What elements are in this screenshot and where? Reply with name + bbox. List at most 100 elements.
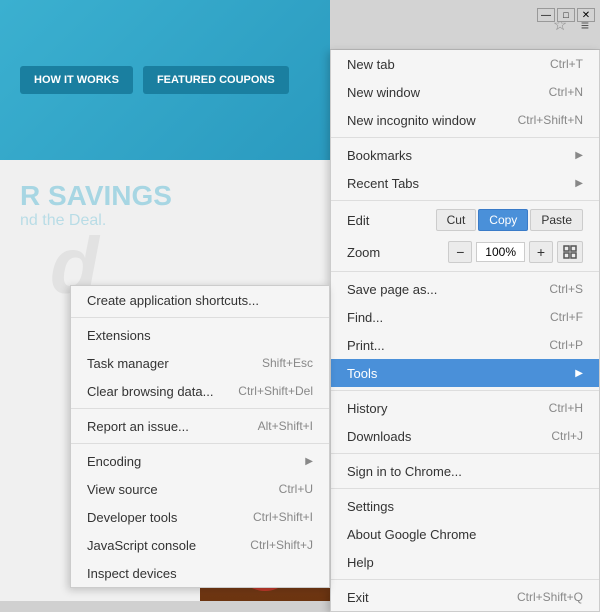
submenu-item-report-issue-label: Report an issue... <box>87 419 189 434</box>
bookmarks-arrow-icon: ▶ <box>575 150 583 161</box>
submenu-item-task-manager[interactable]: Task manager Shift+Esc <box>71 349 329 377</box>
separator-7 <box>331 579 599 580</box>
tools-separator-1 <box>71 317 329 318</box>
separator-6 <box>331 488 599 489</box>
zoom-in-button[interactable]: + <box>529 241 553 263</box>
menu-item-exit[interactable]: Exit Ctrl+Shift+Q <box>331 583 599 611</box>
submenu-item-clear-browsing-label: Clear browsing data... <box>87 384 213 399</box>
menu-item-history[interactable]: History Ctrl+H <box>331 394 599 422</box>
submenu-item-developer-tools-label: Developer tools <box>87 510 177 525</box>
menu-item-signin-label: Sign in to Chrome... <box>347 464 462 479</box>
maximize-button[interactable]: □ <box>557 8 575 22</box>
tools-submenu: Create application shortcuts... Extensio… <box>70 285 330 588</box>
menu-item-save-page[interactable]: Save page as... Ctrl+S <box>331 275 599 303</box>
menu-item-bookmarks-label: Bookmarks <box>347 148 412 163</box>
menu-item-find[interactable]: Find... Ctrl+F <box>331 303 599 331</box>
menu-item-history-shortcut: Ctrl+H <box>549 401 583 415</box>
menu-item-about[interactable]: About Google Chrome <box>331 520 599 548</box>
zoom-row: Zoom − 100% + <box>331 236 599 268</box>
submenu-item-app-shortcuts[interactable]: Create application shortcuts... <box>71 286 329 314</box>
featured-coupons-btn: FEATURED COUPONS <box>143 66 289 94</box>
menu-item-exit-label: Exit <box>347 590 369 605</box>
menu-item-tools-label: Tools <box>347 366 377 381</box>
separator-5 <box>331 453 599 454</box>
submenu-item-js-console-label: JavaScript console <box>87 538 196 553</box>
menu-item-new-tab-shortcut: Ctrl+T <box>550 57 583 71</box>
menu-item-downloads-shortcut: Ctrl+J <box>551 429 583 443</box>
submenu-item-clear-browsing-shortcut: Ctrl+Shift+Del <box>238 384 313 398</box>
savings-title: R SAVINGS <box>20 180 310 212</box>
how-it-works-btn: HOW IT WORKS <box>20 66 133 94</box>
zoom-label: Zoom <box>347 245 442 260</box>
submenu-item-view-source-label: View source <box>87 482 158 497</box>
menu-item-save-page-shortcut: Ctrl+S <box>549 282 583 296</box>
submenu-item-task-manager-label: Task manager <box>87 356 169 371</box>
page-banner: HOW IT WORKS FEATURED COUPONS <box>0 0 330 160</box>
paste-button[interactable]: Paste <box>530 209 583 231</box>
encoding-arrow-icon: ▶ <box>305 456 313 467</box>
submenu-item-view-source-shortcut: Ctrl+U <box>279 482 313 496</box>
menu-item-help-label: Help <box>347 555 374 570</box>
fullscreen-button[interactable] <box>557 241 583 263</box>
menu-item-find-label: Find... <box>347 310 383 325</box>
submenu-item-inspect-devices[interactable]: Inspect devices <box>71 559 329 587</box>
menu-item-print[interactable]: Print... Ctrl+P <box>331 331 599 359</box>
close-button[interactable]: ✕ <box>577 8 595 22</box>
submenu-item-extensions[interactable]: Extensions <box>71 321 329 349</box>
submenu-item-report-issue-shortcut: Alt+Shift+I <box>258 419 313 433</box>
menu-item-settings-label: Settings <box>347 499 394 514</box>
menu-item-bookmarks[interactable]: Bookmarks ▶ <box>331 141 599 169</box>
menu-item-new-tab[interactable]: New tab Ctrl+T <box>331 50 599 78</box>
tools-arrow-icon: ▶ <box>575 368 583 379</box>
zoom-controls: − 100% + <box>448 241 583 263</box>
menu-item-downloads-label: Downloads <box>347 429 411 444</box>
menu-item-new-window[interactable]: New window Ctrl+N <box>331 78 599 106</box>
submenu-item-encoding-label: Encoding <box>87 454 141 469</box>
submenu-item-app-shortcuts-label: Create application shortcuts... <box>87 293 259 308</box>
recent-tabs-arrow-icon: ▶ <box>575 178 583 189</box>
menu-item-exit-shortcut: Ctrl+Shift+Q <box>517 590 583 604</box>
submenu-item-task-manager-shortcut: Shift+Esc <box>262 356 313 370</box>
menu-item-signin[interactable]: Sign in to Chrome... <box>331 457 599 485</box>
tools-separator-3 <box>71 443 329 444</box>
menu-item-downloads[interactable]: Downloads Ctrl+J <box>331 422 599 450</box>
menu-item-tools[interactable]: Tools ▶ <box>331 359 599 387</box>
menu-item-find-shortcut: Ctrl+F <box>550 310 583 324</box>
separator-4 <box>331 390 599 391</box>
menu-item-help[interactable]: Help <box>331 548 599 576</box>
menu-item-new-window-shortcut: Ctrl+N <box>549 85 583 99</box>
menu-item-incognito-shortcut: Ctrl+Shift+N <box>518 113 583 127</box>
submenu-item-report-issue[interactable]: Report an issue... Alt+Shift+I <box>71 412 329 440</box>
separator-3 <box>331 271 599 272</box>
submenu-item-encoding[interactable]: Encoding ▶ <box>71 447 329 475</box>
submenu-item-clear-browsing[interactable]: Clear browsing data... Ctrl+Shift+Del <box>71 377 329 405</box>
window-controls: — □ ✕ <box>537 8 595 22</box>
menu-item-incognito[interactable]: New incognito window Ctrl+Shift+N <box>331 106 599 134</box>
menu-item-about-label: About Google Chrome <box>347 527 476 542</box>
menu-item-new-window-label: New window <box>347 85 420 100</box>
submenu-item-developer-tools[interactable]: Developer tools Ctrl+Shift+I <box>71 503 329 531</box>
copy-button[interactable]: Copy <box>478 209 528 231</box>
minimize-button[interactable]: — <box>537 8 555 22</box>
menu-item-history-label: History <box>347 401 387 416</box>
menu-item-recent-tabs-label: Recent Tabs <box>347 176 419 191</box>
edit-row: Edit Cut Copy Paste <box>331 204 599 236</box>
menu-item-new-tab-label: New tab <box>347 57 395 72</box>
cut-button[interactable]: Cut <box>436 209 477 231</box>
submenu-item-developer-tools-shortcut: Ctrl+Shift+I <box>253 510 313 524</box>
submenu-item-inspect-devices-label: Inspect devices <box>87 566 177 581</box>
menu-item-incognito-label: New incognito window <box>347 113 476 128</box>
submenu-item-view-source[interactable]: View source Ctrl+U <box>71 475 329 503</box>
tools-separator-2 <box>71 408 329 409</box>
zoom-value-display: 100% <box>476 242 525 262</box>
chrome-menu: New tab Ctrl+T New window Ctrl+N New inc… <box>330 50 600 612</box>
menu-item-settings[interactable]: Settings <box>331 492 599 520</box>
submenu-item-js-console-shortcut: Ctrl+Shift+J <box>250 538 313 552</box>
edit-label: Edit <box>347 213 436 228</box>
submenu-item-js-console[interactable]: JavaScript console Ctrl+Shift+J <box>71 531 329 559</box>
menu-item-recent-tabs[interactable]: Recent Tabs ▶ <box>331 169 599 197</box>
menu-item-save-page-label: Save page as... <box>347 282 437 297</box>
submenu-item-extensions-label: Extensions <box>87 328 151 343</box>
zoom-out-button[interactable]: − <box>448 241 472 263</box>
edit-buttons: Cut Copy Paste <box>436 209 583 231</box>
